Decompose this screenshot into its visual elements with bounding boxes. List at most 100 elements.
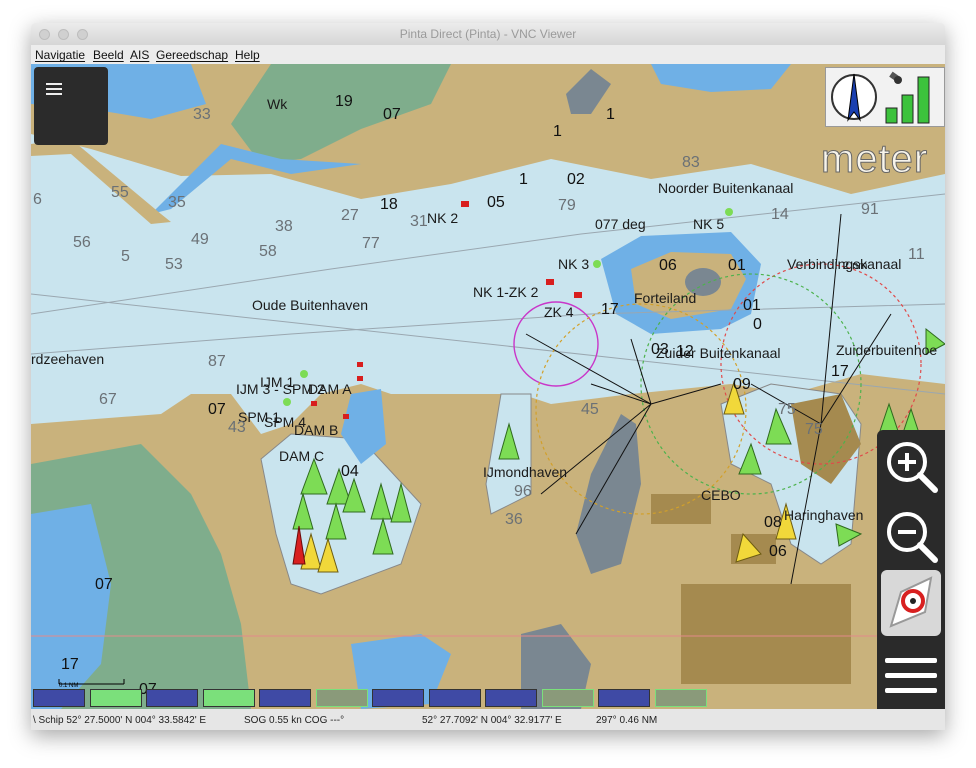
buoy-label-dam-a: DAM A: [308, 381, 352, 397]
svg-text:07: 07: [208, 401, 226, 418]
svg-text:06: 06: [769, 543, 787, 560]
heading-label: 077 deg: [595, 216, 646, 232]
svg-text:38: 38: [275, 218, 293, 235]
label-ijmondhaven: IJmondhaven: [483, 464, 567, 480]
chart-tile[interactable]: [429, 689, 481, 707]
zoom-out-button[interactable]: [881, 506, 941, 566]
svg-text:01: 01: [743, 297, 761, 314]
ship-mode-icon: [889, 576, 933, 628]
chart-tile[interactable]: [203, 689, 255, 707]
svg-text:07: 07: [383, 106, 401, 123]
svg-text:09: 09: [733, 376, 751, 393]
ship-position: \ Schip 52° 27.5000' N 004° 33.5842' E: [33, 715, 207, 726]
svg-text:75: 75: [805, 421, 823, 438]
distance-label: 2 nm: [843, 260, 867, 272]
buoy-label-nk2: NK 2: [427, 210, 458, 226]
buoy-label-dam-c: DAM C: [279, 448, 324, 464]
svg-text:58: 58: [259, 243, 277, 260]
cursor-position: 52° 27.7092' N 004° 32.9177' E: [422, 715, 562, 726]
menu-bar: Navigatie Beeld AIS Gereedschap Help: [31, 45, 945, 64]
svg-text:91: 91: [861, 201, 879, 218]
compass-icon: [831, 73, 877, 122]
svg-text:17: 17: [61, 656, 79, 673]
svg-text:1: 1: [606, 106, 615, 123]
svg-text:35: 35: [168, 194, 186, 211]
menu-navigatie[interactable]: Navigatie: [35, 48, 85, 62]
svg-text:17: 17: [601, 301, 619, 318]
svg-text:18: 18: [380, 196, 398, 213]
svg-text:27: 27: [341, 207, 359, 224]
nautical-chart[interactable]: Noorder Buitenkanaal Oude Buitenhaven Fo…: [31, 64, 945, 709]
chart-tile[interactable]: [485, 689, 537, 707]
gps-status-panel[interactable]: [825, 67, 945, 127]
chart-tile[interactable]: [372, 689, 424, 707]
svg-text:14: 14: [771, 206, 789, 223]
svg-text:6: 6: [33, 191, 42, 208]
label-wk: Wk: [267, 96, 288, 112]
svg-text:43: 43: [228, 419, 246, 436]
buoy-label-dam-b: DAM B: [294, 422, 338, 438]
buoy-label-nk5: NK 5: [693, 216, 724, 232]
label-haringhaven: Haringhaven: [784, 507, 863, 523]
svg-text:55: 55: [111, 184, 129, 201]
svg-text:1: 1: [519, 171, 528, 188]
label-cebo: CEBO: [701, 487, 741, 503]
svg-text:87: 87: [208, 353, 226, 370]
satellite-icon: [889, 71, 902, 84]
menu-ais[interactable]: AIS: [130, 48, 149, 62]
title-bar: Pinta Direct (Pinta) - VNC Viewer: [31, 23, 945, 46]
chart-tile[interactable]: [259, 689, 311, 707]
map-controls: [877, 430, 945, 709]
chart-tile[interactable]: [598, 689, 650, 707]
unit-label: meter: [820, 137, 929, 182]
label-zuiderbuitenhoe: Zuiderbuitenhoe: [836, 342, 937, 358]
svg-text:45: 45: [581, 401, 599, 418]
status-bar: \ Schip 52° 27.5000' N 004° 33.5842' E S…: [31, 709, 945, 730]
chart-tile[interactable]: [542, 689, 594, 707]
svg-text:36: 36: [505, 511, 523, 528]
signal-bars-icon: [885, 76, 930, 124]
svg-text:04: 04: [341, 463, 359, 480]
buoy-label-zk4: ZK 4: [544, 304, 574, 320]
chart-tile[interactable]: [146, 689, 198, 707]
svg-text:83: 83: [682, 154, 700, 171]
svg-text:01: 01: [728, 257, 746, 274]
svg-text:19: 19: [335, 93, 353, 110]
svg-text:77: 77: [362, 235, 380, 252]
svg-text:03: 03: [651, 341, 669, 358]
svg-text:05: 05: [487, 194, 505, 211]
menu-gereedschap[interactable]: Gereedschap: [156, 48, 228, 62]
main-menu-button[interactable]: [881, 646, 941, 706]
zoom-in-icon: [887, 442, 938, 493]
hamburger-icon: [885, 658, 937, 693]
svg-text:07: 07: [95, 576, 113, 593]
ship-mode-button[interactable]: [881, 570, 941, 636]
industrial-block: [681, 584, 851, 684]
svg-text:12: 12: [676, 343, 694, 360]
chart-tile[interactable]: [316, 689, 368, 707]
chart-tile[interactable]: [655, 689, 707, 707]
chart-map[interactable]: Noorder Buitenkanaal Oude Buitenhaven Fo…: [31, 64, 945, 709]
svg-text:79: 79: [558, 197, 576, 214]
chart-tile[interactable]: [33, 689, 85, 707]
label-zuider-buitenkanaal: Zuider Buitenkanaal: [656, 345, 781, 361]
svg-text:11: 11: [908, 246, 925, 263]
chart-tile[interactable]: [90, 689, 142, 707]
label-oude-buitenhaven: Oude Buitenhaven: [252, 297, 368, 313]
window-title: Pinta Direct (Pinta) - VNC Viewer: [399, 27, 577, 41]
svg-text:08: 08: [764, 514, 782, 531]
buoy-label-nk3: NK 3: [558, 256, 589, 272]
buoy-label-nk1-zk2: NK 1-ZK 2: [473, 284, 539, 300]
menu-help[interactable]: Help: [235, 48, 260, 62]
label-noordzeehaven: rdzeehaven: [31, 351, 104, 367]
menu-button[interactable]: [34, 67, 108, 145]
chart-tile-bar: [31, 689, 721, 709]
svg-text:67: 67: [99, 391, 117, 408]
app-window: Pinta Direct (Pinta) - VNC Viewer Naviga…: [31, 23, 945, 730]
menu-beeld[interactable]: Beeld: [93, 48, 124, 62]
speed-course: SOG 0.55 kn COG ---°: [244, 715, 345, 726]
svg-text:49: 49: [191, 231, 209, 248]
label-forteiland: Forteiland: [634, 290, 696, 306]
zoom-in-button[interactable]: [881, 436, 941, 496]
svg-text:02: 02: [567, 171, 585, 188]
